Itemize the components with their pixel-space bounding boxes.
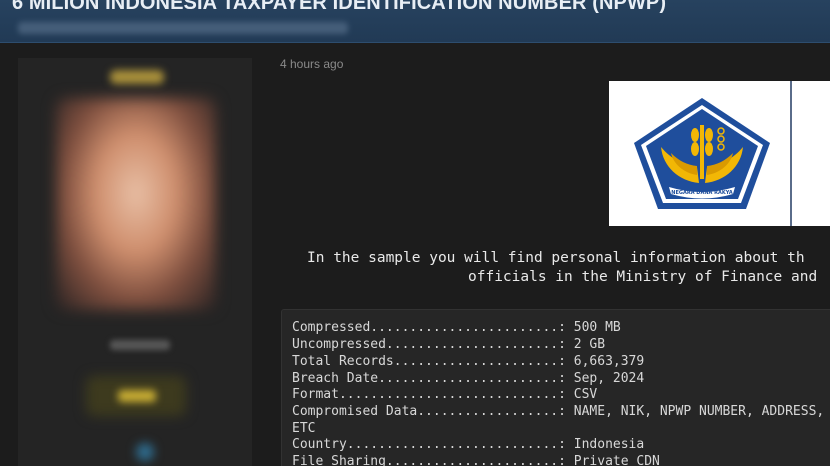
forum-page: 6 MILION INDONESIA TAXPAYER IDENTIFICATI… bbox=[0, 0, 830, 466]
detail-label: Compressed........................: bbox=[292, 320, 566, 335]
detail-label: Uncompressed......................: bbox=[292, 337, 566, 352]
detail-value: Private CDN bbox=[573, 454, 660, 466]
detail-value: NAME, NIK, NPWP NUMBER, ADDRESS, bbox=[573, 404, 825, 419]
thread-subtitle-redacted bbox=[18, 22, 348, 34]
detail-format: Format............................: CSV bbox=[292, 387, 597, 404]
status-icon bbox=[136, 443, 154, 461]
detail-label: Country...........................: bbox=[292, 437, 566, 452]
intro-line-2: officials in the Ministry of Finance and bbox=[468, 269, 818, 285]
detail-breach-date: Breach Date.......................: Sep,… bbox=[292, 371, 644, 388]
detail-country: Country...........................: Indo… bbox=[292, 437, 644, 454]
detail-value: 500 MB bbox=[573, 320, 621, 335]
user-badge-label-redacted bbox=[118, 390, 156, 402]
detail-label: ETC bbox=[292, 421, 316, 436]
detail-file-sharing: File Sharing......................: Priv… bbox=[292, 454, 660, 466]
intro-line-1: In the sample you will find personal inf… bbox=[307, 250, 805, 266]
detail-compromised-data-cont: ETC bbox=[292, 421, 315, 438]
avatar[interactable] bbox=[56, 98, 216, 310]
username-redacted[interactable] bbox=[110, 70, 164, 84]
detail-value: 2 GB bbox=[573, 337, 606, 352]
image-divider bbox=[790, 81, 792, 226]
user-card bbox=[18, 58, 252, 466]
detail-compressed: Compressed........................: 500 … bbox=[292, 320, 621, 337]
post-timestamp: 4 hours ago bbox=[280, 57, 344, 71]
detail-value: 6,663,379 bbox=[573, 354, 645, 369]
detail-label: Compromised Data..................: bbox=[292, 404, 566, 419]
detail-value: Sep, 2024 bbox=[573, 371, 645, 386]
detail-label: File Sharing......................: bbox=[292, 454, 566, 466]
detail-label: Breach Date.......................: bbox=[292, 371, 566, 386]
user-rank-redacted bbox=[110, 340, 170, 350]
svg-text:NEGARA DANA RAKYA: NEGARA DANA RAKYA bbox=[671, 190, 733, 196]
detail-uncompressed: Uncompressed......................: 2 GB bbox=[292, 337, 605, 354]
breach-details-codeblock: Compressed........................: 500 … bbox=[281, 309, 830, 466]
post-image[interactable]: NEGARA DANA RAKYA bbox=[609, 81, 830, 226]
detail-label: Format............................: bbox=[292, 387, 566, 402]
thread-title: 6 MILION INDONESIA TAXPAYER IDENTIFICATI… bbox=[12, 0, 667, 14]
detail-value: Indonesia bbox=[573, 437, 645, 452]
detail-value: CSV bbox=[573, 387, 598, 402]
detail-label: Total Records.....................: bbox=[292, 354, 566, 369]
ministry-of-finance-logo-icon: NEGARA DANA RAKYA bbox=[634, 98, 770, 209]
thread-header: 6 MILION INDONESIA TAXPAYER IDENTIFICATI… bbox=[0, 0, 830, 43]
detail-total-records: Total Records.....................: 6,66… bbox=[292, 354, 644, 371]
detail-compromised-data: Compromised Data..................: NAME… bbox=[292, 404, 824, 421]
